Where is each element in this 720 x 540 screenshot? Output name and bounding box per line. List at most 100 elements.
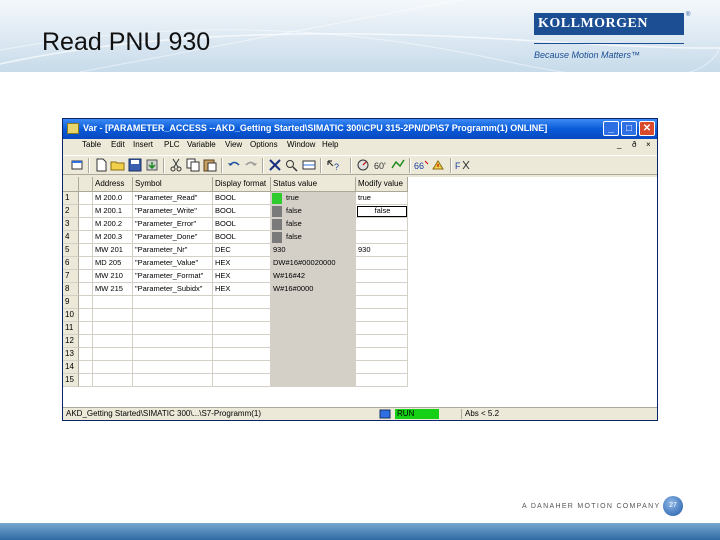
- cell-symbol-icon[interactable]: [79, 361, 93, 374]
- cell-display-format[interactable]: BOOL: [213, 192, 271, 205]
- cell-modify-value[interactable]: [356, 374, 408, 387]
- cell-display-format[interactable]: BOOL: [213, 218, 271, 231]
- copy-icon[interactable]: [185, 158, 201, 172]
- cell-status-value[interactable]: DW#16#00020000: [271, 257, 356, 270]
- cell-display-format[interactable]: [213, 322, 271, 335]
- find-icon[interactable]: [284, 158, 300, 172]
- cell-modify-value[interactable]: [356, 309, 408, 322]
- row-number[interactable]: 13: [63, 348, 79, 361]
- cell-display-format[interactable]: [213, 374, 271, 387]
- monitor-variable-icon[interactable]: [356, 158, 372, 172]
- menu-variable[interactable]: Variable: [187, 140, 216, 149]
- row-number[interactable]: 2: [63, 205, 79, 218]
- cell-address[interactable]: M 200.0: [93, 192, 133, 205]
- paste-icon[interactable]: [202, 158, 218, 172]
- cell-address[interactable]: MW 201: [93, 244, 133, 257]
- header-modify-value[interactable]: Modify value: [356, 177, 408, 192]
- cell-display-format[interactable]: [213, 348, 271, 361]
- window-titlebar[interactable]: Var - [PARAMETER_ACCESS --AKD_Getting St…: [63, 119, 657, 139]
- cell-status-value[interactable]: [271, 361, 356, 374]
- row-number[interactable]: 4: [63, 231, 79, 244]
- cell-display-format[interactable]: HEX: [213, 270, 271, 283]
- row-number[interactable]: 1: [63, 192, 79, 205]
- header-symbol[interactable]: Symbol: [133, 177, 213, 192]
- menu-edit[interactable]: Edit: [111, 140, 125, 149]
- new-icon[interactable]: [93, 158, 109, 172]
- cell-address[interactable]: MW 210: [93, 270, 133, 283]
- cell-modify-value[interactable]: true: [356, 192, 408, 205]
- cell-symbol[interactable]: "Parameter_Done": [133, 231, 213, 244]
- row-number[interactable]: 11: [63, 322, 79, 335]
- menu-window[interactable]: Window: [287, 140, 315, 149]
- cell-status-value[interactable]: W#16#0000: [271, 283, 356, 296]
- row-number[interactable]: 9: [63, 296, 79, 309]
- cell-modify-value[interactable]: [356, 322, 408, 335]
- header-display-format[interactable]: Display format: [213, 177, 271, 192]
- cell-status-value[interactable]: false: [271, 218, 356, 231]
- cell-address[interactable]: M 200.1: [93, 205, 133, 218]
- row-number[interactable]: 8: [63, 283, 79, 296]
- menu-table[interactable]: Table: [82, 140, 101, 149]
- cell-display-format[interactable]: [213, 361, 271, 374]
- cell-status-value[interactable]: false: [271, 231, 356, 244]
- insert-row-icon[interactable]: [301, 158, 317, 172]
- cell-modify-value[interactable]: false: [356, 205, 408, 218]
- redo-icon[interactable]: [243, 158, 259, 172]
- header-address[interactable]: Address: [93, 177, 133, 192]
- cell-symbol[interactable]: "Parameter_Read": [133, 192, 213, 205]
- cell-status-value[interactable]: true: [271, 192, 356, 205]
- open-folder-icon[interactable]: [110, 158, 126, 172]
- cell-symbol-icon[interactable]: [79, 257, 93, 270]
- cell-modify-value[interactable]: [356, 257, 408, 270]
- cell-symbol-icon[interactable]: [79, 205, 93, 218]
- cell-status-value[interactable]: [271, 322, 356, 335]
- cell-display-format[interactable]: BOOL: [213, 205, 271, 218]
- cell-symbol[interactable]: [133, 296, 213, 309]
- cell-symbol[interactable]: "Parameter_Write": [133, 205, 213, 218]
- cell-status-value[interactable]: W#16#42: [271, 270, 356, 283]
- cell-symbol[interactable]: "Parameter_Format": [133, 270, 213, 283]
- cell-status-value[interactable]: [271, 335, 356, 348]
- cell-display-format[interactable]: HEX: [213, 283, 271, 296]
- cell-modify-value[interactable]: [356, 348, 408, 361]
- menu-options[interactable]: Options: [250, 140, 278, 149]
- cell-status-value[interactable]: 930: [271, 244, 356, 257]
- cell-modify-value[interactable]: [356, 335, 408, 348]
- cell-symbol-icon[interactable]: [79, 374, 93, 387]
- menu-insert[interactable]: Insert: [133, 140, 153, 149]
- cell-symbol[interactable]: [133, 322, 213, 335]
- row-number[interactable]: 12: [63, 335, 79, 348]
- trigger-icon[interactable]: [390, 158, 406, 172]
- cell-address[interactable]: [93, 296, 133, 309]
- menu-view[interactable]: View: [225, 140, 242, 149]
- force-icon[interactable]: F: [455, 158, 471, 172]
- row-number[interactable]: 10: [63, 309, 79, 322]
- cell-display-format[interactable]: [213, 335, 271, 348]
- modify-variable-icon[interactable]: 66: [414, 158, 430, 172]
- cell-address[interactable]: MD 205: [93, 257, 133, 270]
- cell-symbol[interactable]: [133, 374, 213, 387]
- cell-modify-value[interactable]: 930: [356, 244, 408, 257]
- help-icon[interactable]: ?: [325, 158, 341, 172]
- row-number[interactable]: 6: [63, 257, 79, 270]
- cell-symbol-icon[interactable]: [79, 335, 93, 348]
- cell-display-format[interactable]: [213, 296, 271, 309]
- header-status-value[interactable]: Status value: [271, 177, 356, 192]
- cell-modify-value[interactable]: [356, 283, 408, 296]
- cell-symbol-icon[interactable]: [79, 231, 93, 244]
- cell-address[interactable]: [93, 322, 133, 335]
- cell-symbol[interactable]: "Parameter_Value": [133, 257, 213, 270]
- cell-symbol-icon[interactable]: [79, 218, 93, 231]
- cell-symbol[interactable]: [133, 309, 213, 322]
- child-restore-button[interactable]: ð: [632, 140, 636, 149]
- activate-modify-icon[interactable]: [431, 158, 447, 172]
- minimize-button[interactable]: _: [603, 121, 619, 136]
- cell-status-value[interactable]: [271, 374, 356, 387]
- cell-symbol-icon[interactable]: [79, 244, 93, 257]
- cell-symbol-icon[interactable]: [79, 270, 93, 283]
- cell-address[interactable]: M 200.2: [93, 218, 133, 231]
- cell-display-format[interactable]: [213, 309, 271, 322]
- menu-plc[interactable]: PLC: [164, 140, 180, 149]
- cell-display-format[interactable]: BOOL: [213, 231, 271, 244]
- delete-icon[interactable]: [267, 158, 283, 172]
